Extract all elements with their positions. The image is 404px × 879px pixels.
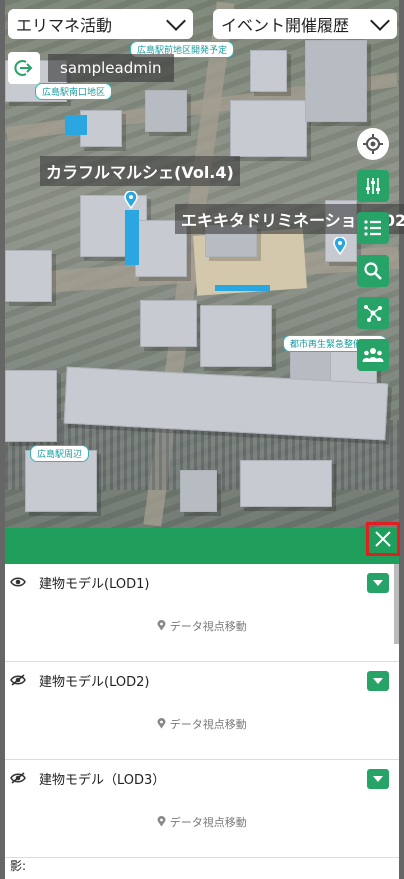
eye-off-icon[interactable] bbox=[10, 674, 26, 686]
layer-expand-button[interactable] bbox=[367, 671, 389, 691]
location-pin-icon bbox=[157, 816, 166, 827]
people-button[interactable] bbox=[357, 339, 389, 371]
list-icon bbox=[364, 220, 381, 236]
close-icon bbox=[375, 531, 391, 547]
data-viewpoint-move-link[interactable]: データ視点移動 bbox=[5, 814, 399, 830]
chevron-down-icon bbox=[373, 677, 383, 684]
map-pin-icon[interactable] bbox=[332, 237, 348, 255]
filter-button[interactable] bbox=[357, 170, 389, 202]
panel-scrollbar[interactable] bbox=[394, 564, 399, 644]
map-label[interactable]: 広島駅南口地区 bbox=[35, 83, 113, 100]
building bbox=[145, 90, 187, 132]
location-pin-icon bbox=[157, 718, 166, 729]
highlighted-area bbox=[125, 210, 139, 265]
layer-expand-button[interactable] bbox=[367, 573, 389, 593]
logout-icon bbox=[14, 60, 33, 76]
chevron-down-icon bbox=[373, 579, 383, 586]
map-pin-icon[interactable] bbox=[123, 191, 139, 209]
username-label: sampleadmin bbox=[48, 54, 174, 82]
data-viewpoint-move-link[interactable]: データ視点移動 bbox=[5, 716, 399, 732]
crosshair-icon bbox=[363, 134, 383, 154]
shadow-label: 影: bbox=[10, 859, 27, 873]
building bbox=[305, 40, 367, 122]
search-icon bbox=[364, 262, 382, 280]
building bbox=[140, 300, 197, 347]
location-pin-icon bbox=[157, 620, 166, 631]
layer-item: 建物モデル(LOD2) データ視点移動 bbox=[5, 662, 399, 760]
building bbox=[5, 370, 57, 442]
layer-item: 建物モデル(LOD1) データ視点移動 bbox=[5, 564, 399, 662]
layer-item: 建物モデル（LOD3） データ視点移動 bbox=[5, 760, 399, 858]
sliders-icon bbox=[366, 178, 380, 194]
building bbox=[250, 50, 287, 92]
data-viewpoint-move-label: データ視点移動 bbox=[169, 620, 247, 633]
network-icon bbox=[364, 305, 382, 322]
history-dropdown[interactable]: イベント開催履歴 bbox=[213, 9, 397, 39]
layer-name: 建物モデル（LOD3） bbox=[39, 773, 166, 788]
layer-panel: 建物モデル(LOD1) データ視点移動 建物モデル(LOD2) データ視点移動 bbox=[5, 564, 399, 879]
user-bar: sampleadmin bbox=[8, 52, 174, 84]
building bbox=[230, 100, 307, 157]
list-button[interactable] bbox=[357, 212, 389, 244]
highlighted-area bbox=[215, 285, 270, 291]
layer-name: 建物モデル(LOD2) bbox=[39, 675, 150, 690]
chevron-down-icon bbox=[166, 11, 186, 31]
chevron-down-icon bbox=[373, 775, 383, 782]
highlighted-area bbox=[65, 115, 87, 135]
building bbox=[180, 470, 217, 512]
panel-header bbox=[5, 522, 400, 564]
search-button[interactable] bbox=[357, 255, 389, 287]
data-viewpoint-move-label: データ視点移動 bbox=[169, 718, 247, 731]
building bbox=[5, 250, 52, 302]
eye-off-icon[interactable] bbox=[10, 772, 26, 784]
data-viewpoint-move-label: データ視点移動 bbox=[169, 816, 247, 829]
building bbox=[200, 305, 272, 367]
network-button[interactable] bbox=[357, 297, 389, 329]
poi-label-marche[interactable]: カラフルマルシェ(Vol.4) bbox=[40, 156, 240, 186]
data-viewpoint-move-link[interactable]: データ視点移動 bbox=[5, 618, 399, 634]
logout-button[interactable] bbox=[8, 52, 40, 84]
layer-name: 建物モデル(LOD1) bbox=[39, 577, 150, 592]
category-dropdown[interactable]: エリマネ活動 bbox=[8, 9, 193, 39]
history-dropdown-value: イベント開催履歴 bbox=[221, 16, 350, 35]
map-label[interactable]: 広島駅周辺 bbox=[30, 445, 90, 462]
category-dropdown-value: エリマネ活動 bbox=[16, 16, 113, 35]
layer-expand-button[interactable] bbox=[367, 769, 389, 789]
people-icon bbox=[362, 348, 384, 362]
chevron-down-icon bbox=[370, 11, 390, 31]
locate-button[interactable] bbox=[357, 128, 389, 160]
close-panel-button[interactable] bbox=[366, 522, 400, 556]
building bbox=[240, 460, 332, 507]
eye-icon[interactable] bbox=[10, 576, 26, 588]
